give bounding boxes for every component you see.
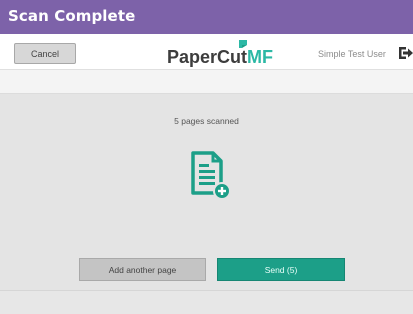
- title-bar: Scan Complete: [0, 0, 413, 34]
- send-button[interactable]: Send (5): [217, 258, 345, 281]
- pages-scanned-status: 5 pages scanned: [174, 116, 239, 126]
- window-title: Scan Complete: [8, 7, 136, 25]
- sub-toolbar: [0, 70, 413, 94]
- document-add-icon: [191, 151, 231, 200]
- logo-mf-text: MF: [247, 47, 274, 67]
- cancel-button[interactable]: Cancel: [14, 43, 76, 64]
- header-bar: Cancel PaperCutMF Simple Test User: [0, 34, 413, 70]
- user-name: Simple Test User: [318, 49, 386, 59]
- footer-bar: [0, 290, 413, 314]
- papercut-logo: PaperCutMF: [167, 40, 274, 67]
- logout-icon[interactable]: [399, 47, 413, 59]
- add-another-page-button[interactable]: Add another page: [79, 258, 206, 281]
- logo-paper-text: PaperCut: [167, 47, 248, 67]
- logo-flag-icon: [239, 40, 247, 48]
- scan-result-panel: 5 pages scanned Add another page Send (5…: [0, 94, 413, 290]
